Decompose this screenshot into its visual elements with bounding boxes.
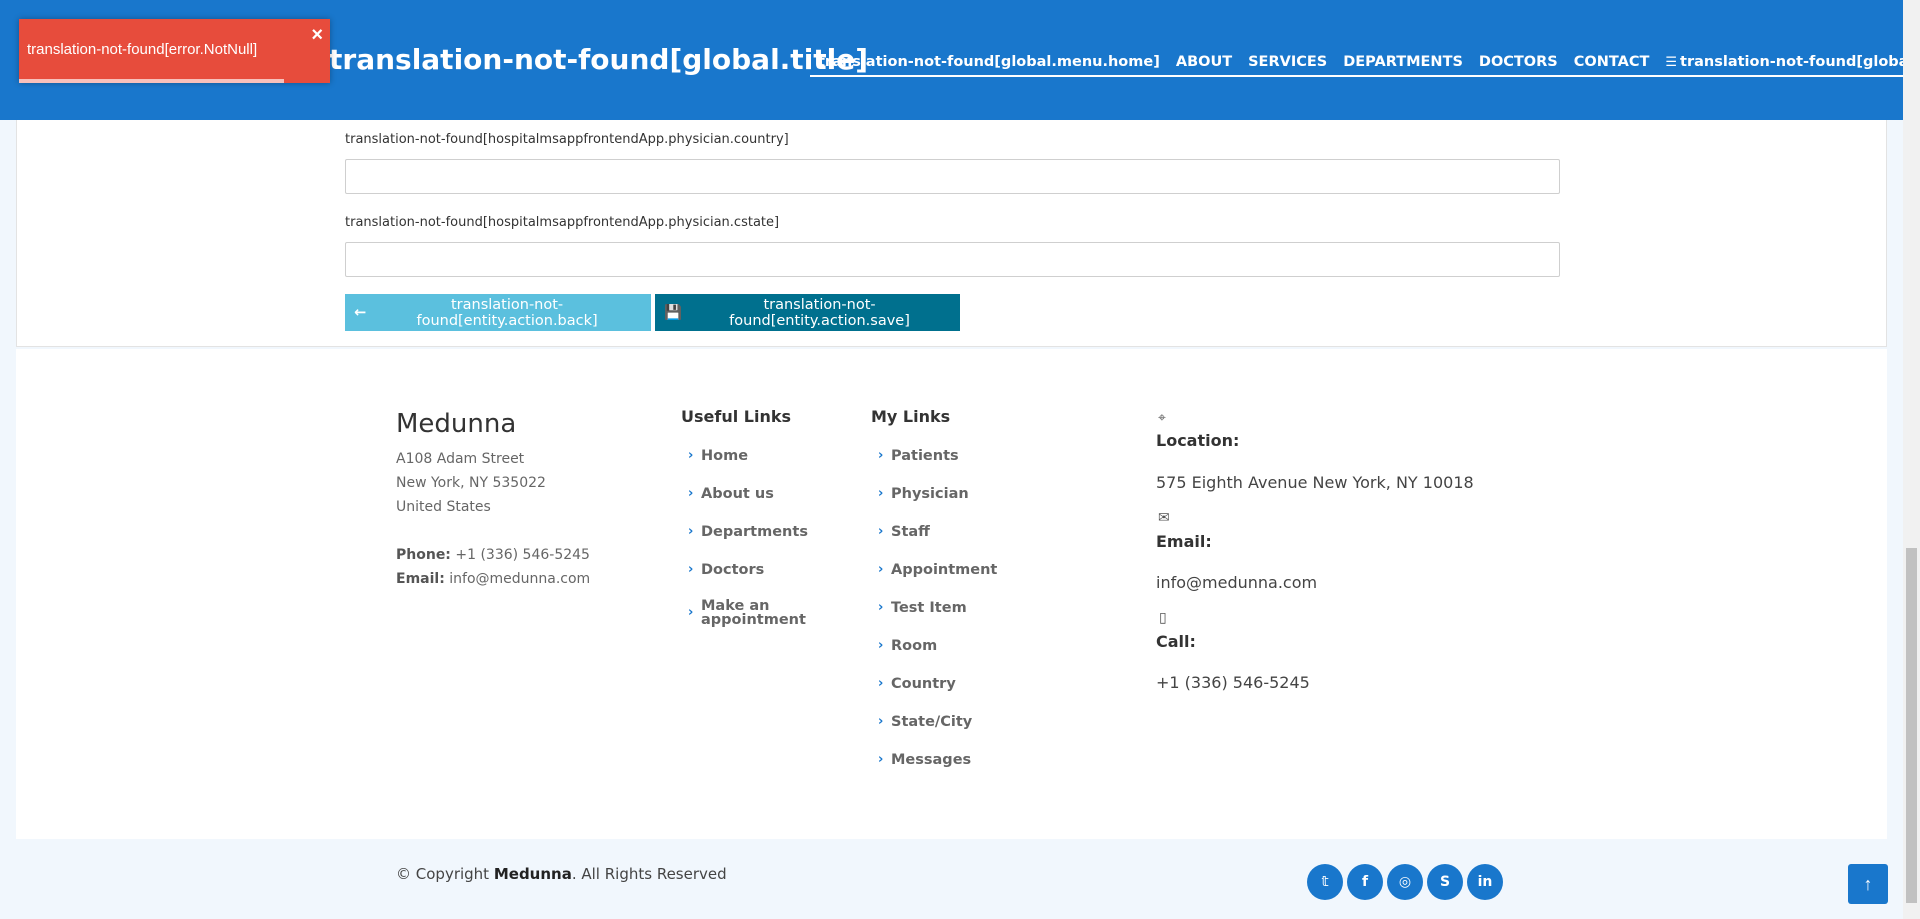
scrollbar-thumb[interactable] bbox=[1906, 548, 1917, 903]
chevron-right-icon: › bbox=[878, 524, 884, 539]
error-toast: translation-not-found[error.NotNull] × bbox=[19, 19, 330, 83]
toast-close-button[interactable]: × bbox=[311, 25, 323, 45]
address-line: New York, NY 535022 bbox=[396, 475, 546, 491]
my-link-state-city[interactable]: State/City bbox=[891, 715, 972, 730]
chevron-right-icon: › bbox=[688, 486, 694, 501]
country-label: translation-not-found[hospitalmsappfront… bbox=[345, 132, 789, 147]
chevron-right-icon: › bbox=[878, 714, 884, 729]
main-nav: translation-not-found[global.menu.home] … bbox=[810, 49, 1903, 77]
twitter-icon[interactable]: 𝕥 bbox=[1307, 864, 1343, 900]
site-title[interactable]: translation-not-found[global.title] bbox=[329, 43, 868, 76]
arrow-left-icon: ← bbox=[354, 304, 367, 321]
chevron-right-icon: › bbox=[878, 562, 884, 577]
chevron-right-icon: › bbox=[878, 486, 884, 501]
useful-link-departments[interactable]: Departments bbox=[701, 525, 808, 540]
nav-departments[interactable]: DEPARTMENTS bbox=[1335, 54, 1471, 70]
useful-link-home[interactable]: Home bbox=[701, 449, 748, 464]
my-link-staff[interactable]: Staff bbox=[891, 525, 930, 540]
call-value: +1 (336) 546-5245 bbox=[1156, 673, 1310, 692]
footer-phone: Phone: +1 (336) 546-5245 bbox=[396, 547, 590, 563]
nav-about[interactable]: ABOUT bbox=[1168, 54, 1240, 70]
nav-entities[interactable]: ☰translation-not-found[global.menu.entit… bbox=[1657, 54, 1903, 70]
chevron-right-icon: › bbox=[878, 676, 884, 691]
address-line: A108 Adam Street bbox=[396, 451, 525, 467]
nav-services[interactable]: SERVICES bbox=[1240, 54, 1335, 70]
chevron-right-icon: › bbox=[878, 600, 884, 615]
back-button[interactable]: ← translation-not-found[entity.action.ba… bbox=[345, 294, 651, 331]
my-link-patients[interactable]: Patients bbox=[891, 449, 959, 464]
my-link-test-item[interactable]: Test Item bbox=[891, 601, 967, 616]
back-to-top-button[interactable]: ↑ bbox=[1848, 864, 1888, 904]
cstate-input[interactable] bbox=[345, 242, 1560, 277]
useful-link-appointment-line2[interactable]: appointment bbox=[701, 613, 806, 628]
my-link-messages[interactable]: Messages bbox=[891, 753, 971, 768]
copyright-suffix: . All Rights Reserved bbox=[571, 865, 727, 883]
my-link-country[interactable]: Country bbox=[891, 677, 956, 692]
save-button-label: translation-not-found[entity.action.save… bbox=[729, 296, 910, 329]
chevron-right-icon: › bbox=[688, 605, 694, 620]
location-pin-icon: ⌖ bbox=[1158, 409, 1166, 425]
back-button-label: translation-not-found[entity.action.back… bbox=[416, 296, 598, 329]
contact-email-value: info@medunna.com bbox=[1156, 573, 1318, 592]
arrow-up-icon: ↑ bbox=[1863, 873, 1873, 894]
toast-progress-bar bbox=[19, 79, 284, 83]
chevron-right-icon: › bbox=[688, 524, 694, 539]
chevron-right-icon: › bbox=[878, 448, 884, 463]
my-link-room[interactable]: Room bbox=[891, 639, 937, 654]
copyright-prefix: © Copyright bbox=[396, 865, 490, 883]
instagram-icon[interactable]: ◎ bbox=[1387, 864, 1423, 900]
save-button[interactable]: 💾 translation-not-found[entity.action.sa… bbox=[655, 294, 960, 331]
footer-email: Email: info@medunna.com bbox=[396, 571, 590, 587]
useful-link-about[interactable]: About us bbox=[701, 487, 774, 502]
nav-entities-label: translation-not-found[global.menu.entiti… bbox=[1680, 54, 1903, 70]
useful-links-title: Useful Links bbox=[681, 407, 792, 426]
location-value: 575 Eighth Avenue New York, NY 10018 bbox=[1156, 473, 1474, 492]
chevron-right-icon: › bbox=[878, 752, 884, 767]
skype-icon[interactable]: S bbox=[1427, 864, 1463, 900]
useful-link-appointment[interactable]: Make an bbox=[701, 599, 769, 614]
nav-home[interactable]: translation-not-found[global.menu.home] bbox=[810, 54, 1168, 70]
footer-brand: Medunna bbox=[396, 409, 517, 439]
physician-form: translation-not-found[hospitalmsappfront… bbox=[16, 120, 1887, 347]
copyright: © Copyright Medunna. All Rights Reserved bbox=[396, 865, 727, 883]
contact-email-label: Email: bbox=[1156, 532, 1212, 551]
save-icon: 💾 bbox=[664, 305, 683, 321]
envelope-icon: ✉ bbox=[1158, 509, 1170, 525]
my-link-appointment[interactable]: Appointment bbox=[891, 563, 997, 578]
page-scrollbar[interactable] bbox=[1903, 0, 1920, 919]
cstate-label: translation-not-found[hospitalmsappfront… bbox=[345, 215, 780, 230]
useful-link-doctors[interactable]: Doctors bbox=[701, 563, 764, 578]
nav-contact[interactable]: CONTACT bbox=[1566, 54, 1658, 70]
chevron-right-icon: › bbox=[688, 562, 694, 577]
email-label: Email: bbox=[396, 571, 445, 587]
toast-message: translation-not-found[error.NotNull] bbox=[27, 41, 258, 58]
footer: Medunna A108 Adam Street New York, NY 53… bbox=[16, 349, 1887, 839]
nav-doctors[interactable]: DOCTORS bbox=[1471, 54, 1566, 70]
copyright-brand: Medunna bbox=[493, 865, 572, 883]
phone-value: +1 (336) 546-5245 bbox=[455, 547, 590, 563]
country-input[interactable] bbox=[345, 159, 1560, 194]
address-line: United States bbox=[396, 499, 491, 515]
chevron-right-icon: › bbox=[688, 448, 694, 463]
linkedin-icon[interactable]: in bbox=[1467, 864, 1503, 900]
call-label: Call: bbox=[1156, 632, 1196, 651]
phone-label: Phone: bbox=[396, 547, 451, 563]
email-value: info@medunna.com bbox=[449, 571, 591, 587]
location-label: Location: bbox=[1156, 431, 1240, 450]
my-links-title: My Links bbox=[871, 407, 951, 426]
my-link-physician[interactable]: Physician bbox=[891, 487, 969, 502]
facebook-icon[interactable]: f bbox=[1347, 864, 1383, 900]
mobile-phone-icon: ▯ bbox=[1159, 609, 1167, 625]
chevron-right-icon: › bbox=[878, 638, 884, 653]
list-icon: ☰ bbox=[1665, 55, 1678, 70]
